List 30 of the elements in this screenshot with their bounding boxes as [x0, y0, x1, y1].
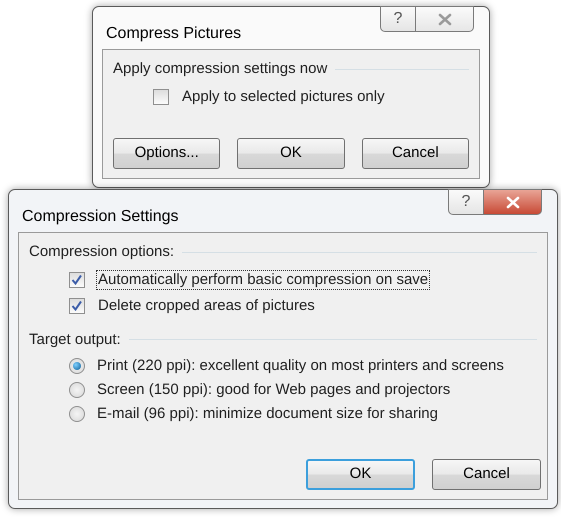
help-button[interactable]: ?: [380, 6, 416, 32]
radio-button[interactable]: [69, 358, 85, 374]
dialog-button[interactable]: Options...: [113, 138, 220, 169]
radio-button[interactable]: [69, 406, 85, 422]
group-label: Apply compression settings now: [113, 59, 328, 79]
window-title: Compress Pictures: [106, 26, 242, 42]
close-icon: [506, 196, 520, 208]
close-button[interactable]: [484, 189, 542, 215]
close-icon: [438, 12, 452, 26]
radio-label[interactable]: Print (220 ppi): excellent quality on most printers and screens: [96, 357, 505, 375]
checkbox-label[interactable]: Apply to selected pictures only: [180, 86, 387, 106]
close-button[interactable]: [416, 6, 474, 32]
radio-label[interactable]: Screen (150 ppi): good for Web pages and projectors: [96, 381, 452, 399]
checkbox[interactable]: [69, 272, 85, 288]
group-label: Target output:: [29, 330, 121, 350]
radio-label[interactable]: E-mail (96 ppi): minimize document size for sharing: [96, 405, 439, 423]
dialog-button[interactable]: Cancel: [362, 138, 469, 169]
checkbox[interactable]: [153, 88, 169, 104]
dialog-button[interactable]: OK: [237, 138, 345, 169]
help-button[interactable]: ?: [448, 189, 484, 215]
checkbox-label[interactable]: Automatically perform basic compression on save: [96, 270, 430, 290]
check-icon: [71, 300, 83, 311]
dialog-button[interactable]: OK: [306, 459, 415, 490]
check-icon: [71, 274, 83, 285]
dialog-button[interactable]: Cancel: [432, 459, 541, 490]
window-title: Compression Settings: [22, 209, 179, 225]
group-label: Compression options:: [29, 242, 174, 262]
checkbox[interactable]: [69, 298, 85, 314]
checkbox-label[interactable]: Delete cropped areas of pictures: [96, 296, 317, 316]
radio-button[interactable]: [69, 382, 85, 398]
